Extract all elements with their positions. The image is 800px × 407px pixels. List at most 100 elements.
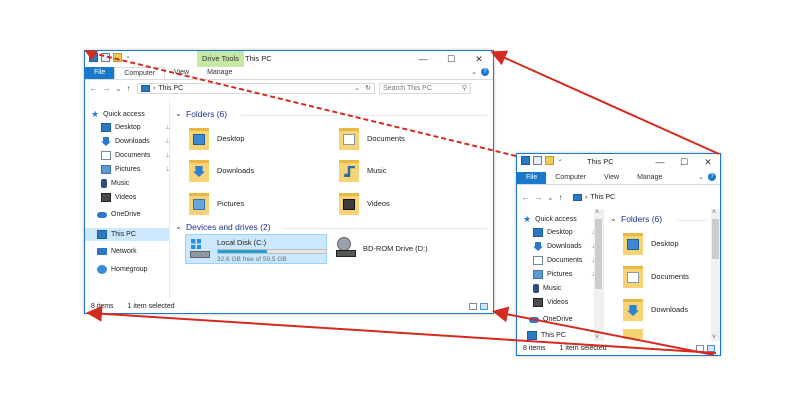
back-button[interactable]: ←	[521, 193, 530, 202]
folder-downloads[interactable]: Downloads	[623, 297, 688, 321]
nav-item-videos[interactable]: Videos	[101, 193, 136, 202]
drive-bd-rom-d[interactable]: BD-ROM Drive (D:)	[335, 237, 428, 259]
maximize-button[interactable]: ☐	[437, 51, 465, 67]
large-icons-view-icon[interactable]	[480, 303, 488, 310]
pin-icon[interactable]: ⊥	[165, 166, 170, 173]
folder-documents[interactable]: Documents	[623, 264, 689, 288]
nav-item-quick-access[interactable]: ★ Quick access	[523, 214, 577, 225]
pin-icon[interactable]: ⊥	[165, 152, 170, 159]
drive-tools-context-tab[interactable]: Drive Tools	[197, 51, 244, 67]
folders-header[interactable]: Folders (6)	[186, 109, 227, 119]
maximize-button[interactable]: ☐	[672, 154, 696, 170]
address-text: This PC	[158, 84, 184, 92]
nav-item-downloads[interactable]: Downloads	[101, 137, 150, 146]
help-icon[interactable]: ?	[481, 68, 489, 76]
customize-toolbar-chevron-icon[interactable]: ⌄	[125, 53, 131, 62]
explorer-app-icon[interactable]	[521, 156, 530, 165]
properties-icon[interactable]	[101, 53, 110, 62]
address-bar[interactable]: › This PC ⌄ ↻	[137, 82, 375, 94]
tab-view[interactable]: View	[165, 67, 198, 79]
recent-locations-chevron-icon[interactable]: ⌄	[547, 193, 554, 202]
minimize-button[interactable]: —	[409, 51, 437, 67]
pin-icon[interactable]: ⊥	[165, 138, 170, 145]
address-bar[interactable]: › This PC	[569, 192, 699, 203]
nav-item-this-pc[interactable]: This PC	[527, 331, 566, 340]
large-icons-view-icon[interactable]	[707, 345, 715, 352]
details-view-icon[interactable]	[469, 303, 477, 310]
nav-item-network[interactable]: Network	[97, 248, 137, 255]
customize-toolbar-chevron-icon[interactable]: ⌄	[557, 156, 563, 165]
nav-item-videos[interactable]: Videos	[533, 298, 568, 307]
tab-file[interactable]: File	[85, 67, 115, 79]
search-input[interactable]: Search This PC ⚲	[379, 82, 471, 94]
window-title: This PC	[587, 157, 614, 166]
nav-item-downloads[interactable]: Downloads	[533, 242, 582, 251]
drive-local-disk-c[interactable]: Local Disk (C:) 32,6 GB free of 59,5 GB	[185, 234, 327, 264]
tab-manage[interactable]: Manage	[628, 172, 671, 184]
up-button[interactable]: ↑	[556, 193, 565, 202]
content-scrollbar[interactable]: ˄ ˅	[711, 209, 720, 341]
new-folder-icon[interactable]	[113, 53, 122, 62]
scroll-up-icon[interactable]: ˄	[712, 209, 716, 216]
devices-header[interactable]: Devices and drives (2)	[186, 222, 271, 232]
recent-locations-chevron-icon[interactable]: ⌄	[115, 84, 122, 93]
collapse-folders-icon[interactable]: ⌄	[175, 109, 182, 118]
folder-pictures[interactable]: Pictures	[189, 191, 244, 215]
properties-icon[interactable]	[533, 156, 542, 165]
folder-music[interactable]: Music	[339, 158, 387, 182]
nav-item-music[interactable]: Music	[101, 179, 129, 188]
nav-item-onedrive[interactable]: OneDrive	[97, 211, 141, 218]
nav-item-documents[interactable]: Documents	[533, 256, 582, 265]
nav-item-homegroup[interactable]: Homegroup	[97, 265, 148, 274]
folder-desktop[interactable]: Desktop	[623, 231, 679, 255]
tab-file[interactable]: File	[517, 172, 547, 184]
explorer-app-icon[interactable]	[89, 53, 98, 62]
nav-item-this-pc[interactable]: This PC	[85, 228, 169, 241]
expand-ribbon-icon[interactable]: ⌄	[471, 68, 477, 76]
title-bar[interactable]: ⌄ This PC — ☐ ✕	[517, 154, 720, 170]
up-button[interactable]: ↑	[124, 84, 133, 93]
nav-item-pictures[interactable]: Pictures	[101, 165, 140, 174]
tab-computer[interactable]: Computer	[546, 172, 595, 184]
refresh-icon[interactable]: ↻	[365, 84, 371, 92]
folder-downloads[interactable]: Downloads	[189, 158, 254, 182]
nav-item-desktop[interactable]: Desktop	[533, 228, 573, 237]
scroll-down-icon[interactable]: ˅	[595, 334, 599, 341]
tab-manage[interactable]: Manage	[198, 67, 241, 79]
nav-item-documents[interactable]: Documents	[101, 151, 150, 160]
pin-icon[interactable]: ⊥	[165, 124, 170, 131]
folder-desktop[interactable]: Desktop	[189, 126, 245, 150]
nav-item-music[interactable]: Music	[533, 284, 561, 293]
folder-partial[interactable]	[623, 329, 643, 339]
tab-computer[interactable]: Computer	[114, 67, 166, 79]
nav-item-quick-access[interactable]: ★ Quick access	[91, 109, 145, 120]
new-folder-icon[interactable]	[545, 156, 554, 165]
help-icon[interactable]: ?	[708, 173, 716, 181]
address-dropdown-icon[interactable]: ⌄	[354, 84, 360, 92]
folders-header[interactable]: Folders (6)	[621, 214, 662, 224]
collapse-devices-icon[interactable]: ⌄	[175, 222, 182, 231]
folder-documents[interactable]: Documents	[339, 126, 405, 150]
title-bar[interactable]: ⌄ Drive Tools This PC — ☐ ✕	[85, 51, 493, 67]
nav-item-pictures[interactable]: Pictures	[533, 270, 572, 279]
documents-folder-icon	[623, 264, 643, 288]
close-button[interactable]: ✕	[465, 51, 493, 67]
minimize-button[interactable]: —	[648, 154, 672, 170]
status-item-count: 8 items	[523, 344, 546, 352]
nav-item-desktop[interactable]: Desktop	[101, 123, 141, 132]
details-view-icon[interactable]	[696, 345, 704, 352]
back-button[interactable]: ←	[89, 84, 98, 93]
tab-view[interactable]: View	[595, 172, 628, 184]
close-button[interactable]: ✕	[696, 154, 720, 170]
forward-button[interactable]: →	[102, 84, 111, 93]
nav-scrollbar[interactable]: ˄ ˅	[594, 209, 603, 341]
forward-button[interactable]: →	[534, 193, 543, 202]
scroll-down-icon[interactable]: ˅	[712, 334, 716, 341]
scroll-up-icon[interactable]: ˄	[595, 209, 599, 216]
collapse-folders-icon[interactable]: ⌄	[610, 214, 617, 223]
nav-scroll-thumb[interactable]	[595, 219, 602, 289]
content-scroll-thumb[interactable]	[712, 219, 719, 259]
folder-videos[interactable]: Videos	[339, 191, 390, 215]
nav-item-onedrive[interactable]: OneDrive	[529, 316, 573, 323]
expand-ribbon-icon[interactable]: ⌄	[698, 173, 704, 181]
